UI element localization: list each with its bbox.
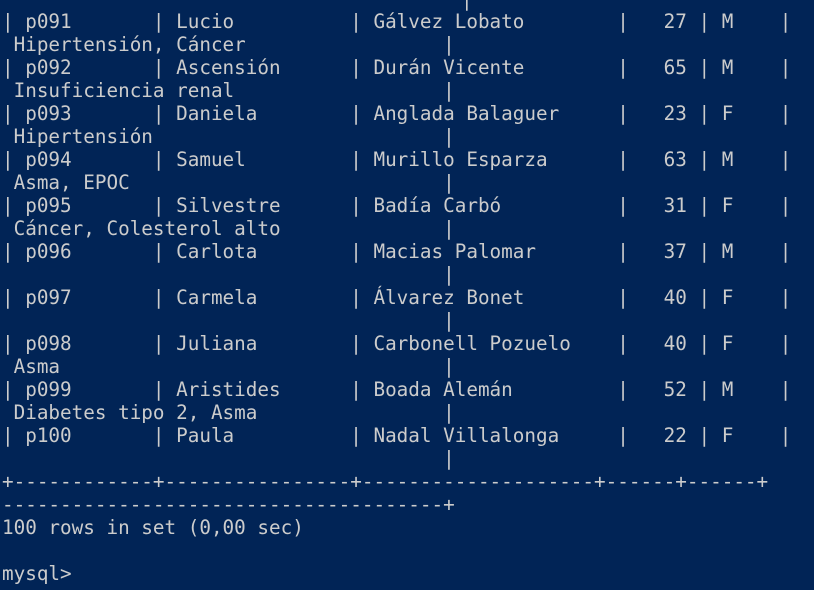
- table-border: +------------+----------------+---------…: [2, 470, 769, 493]
- table-row-continuation: |: [2, 447, 455, 470]
- table-row: | p094 | Samuel | Murillo Esparza | 63 |…: [2, 148, 792, 171]
- command-prompt[interactable]: mysql>: [2, 562, 72, 585]
- table-row: | p100 | Paula | Nadal Villalonga | 22 |…: [2, 424, 792, 447]
- table-row: | p098 | Juliana | Carbonell Pozuelo | 4…: [2, 332, 792, 355]
- table-row: | p096 | Carlota | Macias Palomar | 37 |…: [2, 240, 792, 263]
- table-row-continuation: |: [2, 263, 455, 286]
- table-row-continuation: Hipertensión, Cáncer |: [2, 33, 455, 56]
- table-row: | p092 | Ascensión | Durán Vicente | 65 …: [2, 56, 792, 79]
- table-row-continuation: Asma |: [2, 355, 455, 378]
- table-row: | p091 | Lucio | Gálvez Lobato | 27 | M …: [2, 10, 792, 33]
- table-row-continuation: Asma, EPOC |: [2, 171, 455, 194]
- table-row-continuation: |: [2, 309, 455, 332]
- query-status: 100 rows in set (0,00 sec): [2, 516, 304, 539]
- table-row: | p093 | Daniela | Anglada Balaguer | 23…: [2, 102, 792, 125]
- table-border-continuation: --------------------------------------+: [2, 493, 455, 516]
- table-row-continuation: Cáncer, Colesterol alto |: [2, 217, 455, 240]
- table-row: | p099 | Aristides | Boada Alemán | 52 |…: [2, 378, 792, 401]
- terminal-window[interactable]: | | p091 | Lucio | Gálvez Lobato | 27 | …: [0, 0, 814, 590]
- table-row-continuation: Hipertensión |: [2, 125, 455, 148]
- table-row-continuation: Insuficiencia renal |: [2, 79, 455, 102]
- table-row: | p097 | Carmela | Álvarez Bonet | 40 | …: [2, 286, 792, 309]
- table-row: | p095 | Silvestre | Badía Carbó | 31 | …: [2, 194, 792, 217]
- table-row-continuation: Diabetes tipo 2, Asma |: [2, 401, 455, 424]
